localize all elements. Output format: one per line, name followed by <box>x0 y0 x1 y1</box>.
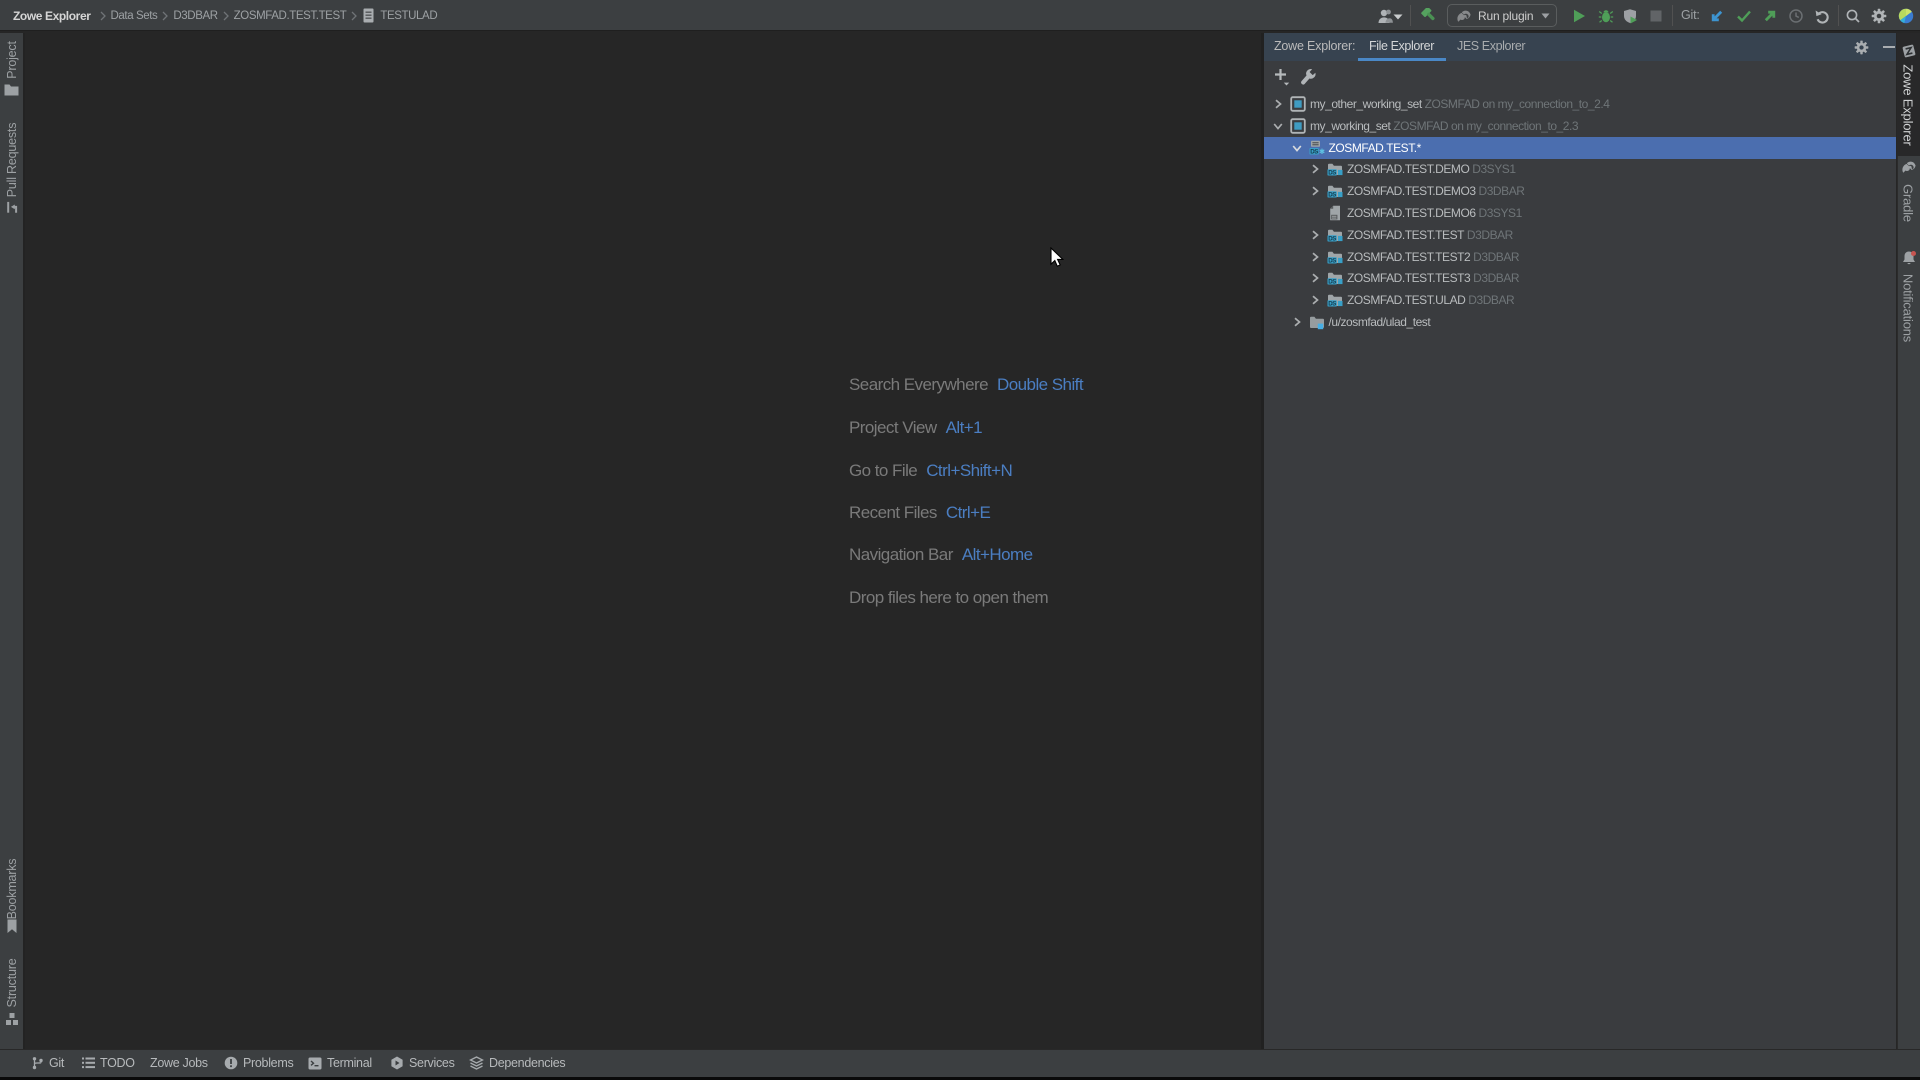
svg-text:DS: DS <box>1328 257 1336 264</box>
svg-text:DS: DS <box>1328 235 1336 242</box>
svg-text:DS: DS <box>1310 148 1318 155</box>
svg-text:DS: DS <box>1328 301 1336 308</box>
svg-text:DS: DS <box>1328 279 1336 286</box>
svg-text:DS: DS <box>1328 170 1336 177</box>
svg-text:DS: DS <box>1328 192 1336 199</box>
